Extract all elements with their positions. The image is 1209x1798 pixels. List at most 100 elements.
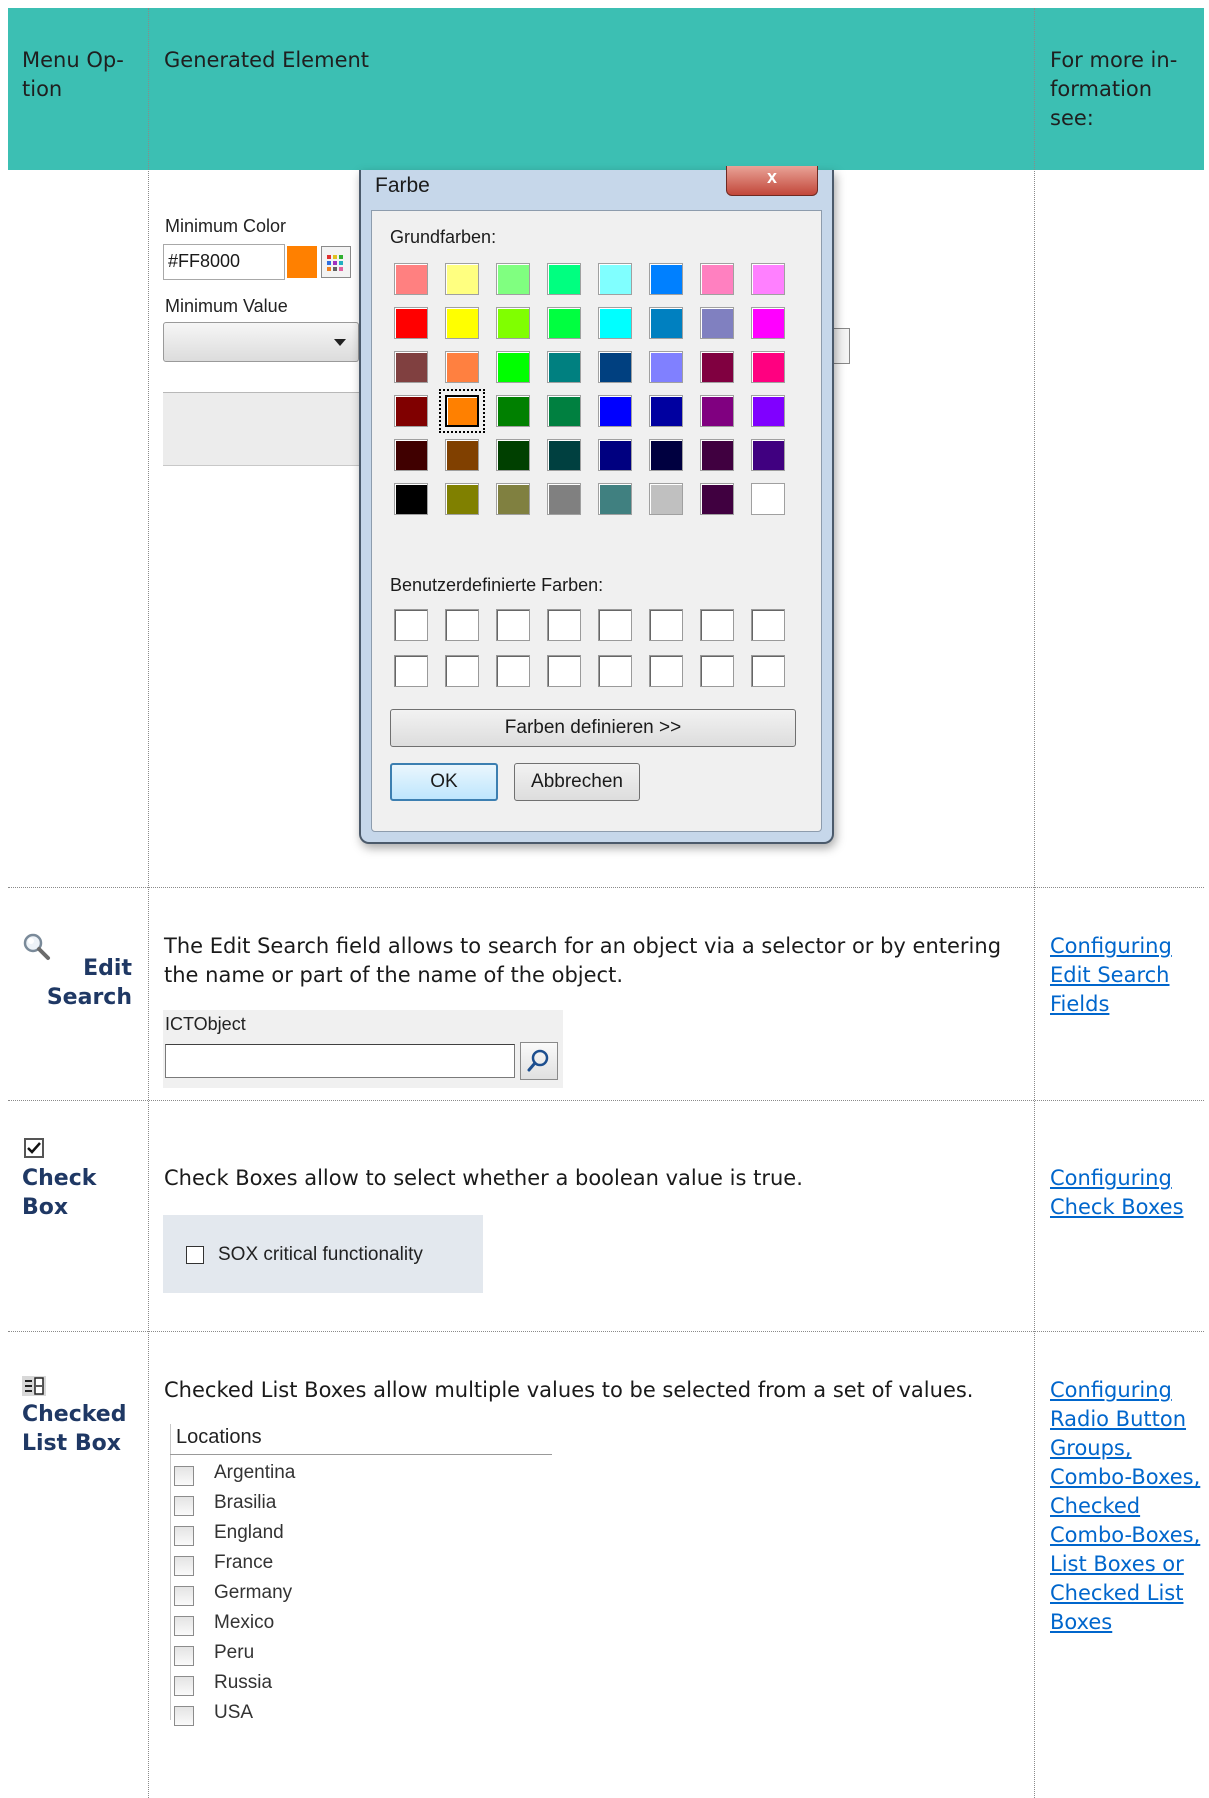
color-preview-swatch [287,246,317,278]
close-button[interactable]: x [726,166,818,196]
color-swatch[interactable] [547,263,581,295]
custom-color-swatch[interactable] [496,655,530,687]
color-swatch[interactable] [394,351,428,383]
color-swatch[interactable] [547,351,581,383]
list-item[interactable]: England [174,1520,474,1550]
color-swatch[interactable] [700,351,734,383]
list-item-checkbox[interactable] [174,1466,194,1486]
link-configuring-radio-button-groups[interactable]: Configuring Radio Button Groups, Combo-B… [1050,1376,1209,1637]
custom-color-swatch[interactable] [751,609,785,641]
color-swatch[interactable] [598,307,632,339]
color-swatch[interactable] [496,351,530,383]
custom-color-swatch[interactable] [496,609,530,641]
list-item-label: USA [214,1702,254,1723]
color-swatch[interactable] [496,307,530,339]
list-item-checkbox[interactable] [174,1706,194,1726]
color-swatch[interactable] [496,263,530,295]
list-item-checkbox[interactable] [174,1586,194,1606]
custom-color-swatch[interactable] [700,609,734,641]
list-item-checkbox[interactable] [174,1646,194,1666]
color-swatch[interactable] [649,439,683,471]
color-swatch[interactable] [751,307,785,339]
custom-color-swatch[interactable] [445,609,479,641]
color-swatch[interactable] [445,307,479,339]
color-swatch[interactable] [751,351,785,383]
link-configuring-edit-search-fields[interactable]: Configuring Edit Search Fields [1050,932,1209,1019]
color-swatch[interactable] [394,483,428,515]
search-button[interactable] [520,1042,558,1080]
color-swatch[interactable] [700,483,734,515]
color-swatch[interactable] [700,439,734,471]
custom-color-swatch[interactable] [649,609,683,641]
list-item-checkbox[interactable] [174,1676,194,1696]
color-swatch[interactable] [496,483,530,515]
row-divider [8,1100,1204,1101]
color-swatch[interactable] [598,263,632,295]
custom-color-swatch[interactable] [445,655,479,687]
list-item[interactable]: Brasilia [174,1490,474,1520]
color-swatch[interactable] [598,439,632,471]
custom-color-swatch[interactable] [394,609,428,641]
minimum-value-dropdown[interactable] [163,322,359,362]
list-item[interactable]: USA [174,1700,474,1730]
color-swatch[interactable] [394,263,428,295]
color-swatch[interactable] [547,483,581,515]
sox-checkbox[interactable] [186,1246,204,1264]
custom-color-swatch[interactable] [394,655,428,687]
color-swatch[interactable] [394,439,428,471]
color-swatch[interactable] [547,395,581,427]
list-item-checkbox[interactable] [174,1556,194,1576]
color-swatch[interactable] [439,389,485,433]
custom-color-swatch[interactable] [598,655,632,687]
ok-button[interactable]: OK [390,763,498,801]
color-swatch[interactable] [445,439,479,471]
list-item[interactable]: Argentina [174,1460,474,1490]
list-item[interactable]: Peru [174,1640,474,1670]
minimum-color-field[interactable]: #FF8000 [163,244,285,280]
color-swatch[interactable] [649,307,683,339]
color-swatch[interactable] [394,307,428,339]
color-swatch[interactable] [547,307,581,339]
list-header-underline [170,1454,552,1455]
list-item-checkbox[interactable] [174,1496,194,1516]
color-swatch[interactable] [598,395,632,427]
custom-color-swatch[interactable] [751,655,785,687]
color-swatch[interactable] [394,395,428,427]
color-swatch[interactable] [649,395,683,427]
color-swatch[interactable] [700,307,734,339]
list-item[interactable]: Germany [174,1580,474,1610]
cancel-button[interactable]: Abbrechen [514,763,640,801]
color-swatch[interactable] [496,395,530,427]
color-swatch[interactable] [598,483,632,515]
custom-color-swatch[interactable] [547,655,581,687]
color-swatch[interactable] [598,351,632,383]
color-swatch[interactable] [700,395,734,427]
link-configuring-check-boxes[interactable]: Configuring Check Boxes [1050,1164,1209,1222]
color-swatch[interactable] [751,483,785,515]
color-swatch[interactable] [547,439,581,471]
color-swatch[interactable] [649,483,683,515]
color-swatch[interactable] [496,439,530,471]
color-swatch[interactable] [649,263,683,295]
palette-icon[interactable] [321,246,351,278]
color-swatch[interactable] [700,263,734,295]
list-item[interactable]: France [174,1550,474,1580]
list-item[interactable]: Mexico [174,1610,474,1640]
custom-color-swatch[interactable] [598,609,632,641]
list-item-checkbox[interactable] [174,1616,194,1636]
list-item[interactable]: Russia [174,1670,474,1700]
list-item-checkbox[interactable] [174,1526,194,1546]
custom-color-swatch[interactable] [547,609,581,641]
define-colors-button[interactable]: Farben definieren >> [390,709,796,747]
color-swatch[interactable] [751,263,785,295]
color-swatch[interactable] [445,483,479,515]
color-swatch[interactable] [751,395,785,427]
color-swatch[interactable] [445,351,479,383]
color-swatch[interactable] [445,263,479,295]
custom-color-swatch[interactable] [700,655,734,687]
custom-color-swatch[interactable] [649,655,683,687]
checked-list-box-description: Checked List Boxes allow multiple values… [164,1378,974,1402]
color-swatch[interactable] [649,351,683,383]
color-swatch[interactable] [751,439,785,471]
ictobject-input[interactable] [165,1044,515,1078]
